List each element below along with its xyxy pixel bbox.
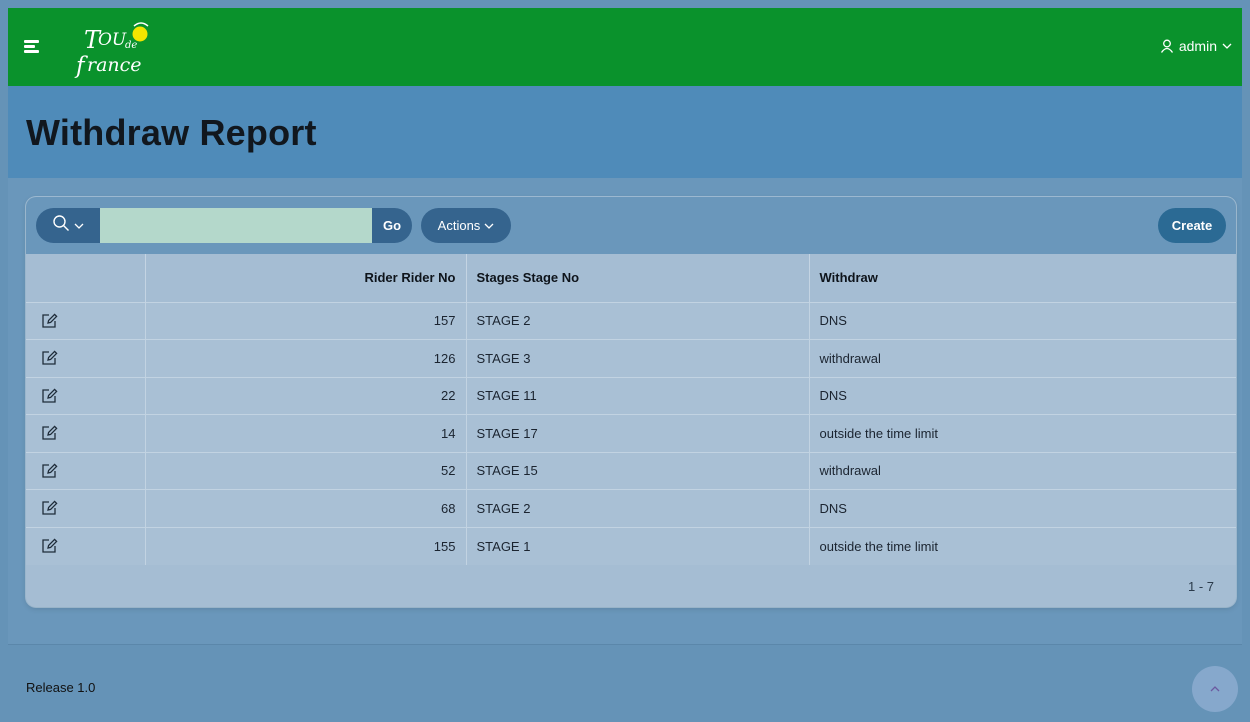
column-header-rider-no[interactable]: Rider Rider No	[144, 254, 466, 302]
pagination-range: 1 - 7	[1187, 579, 1214, 594]
rider-no-cell: 155	[144, 526, 466, 565]
svg-text:rance: rance	[87, 54, 142, 76]
actions-label: Actions	[437, 218, 481, 233]
stage-no-cell: STAGE 17	[465, 414, 809, 452]
edit-cell	[26, 414, 145, 452]
chevron-up-icon	[1209, 680, 1221, 698]
table-row: 155 STAGE 1 outside the time limit	[26, 526, 1236, 565]
page-title-band: Withdraw Report	[8, 86, 1242, 178]
stage-no-cell: STAGE 2	[465, 489, 809, 527]
withdraw-cell: outside the time limit	[808, 414, 1236, 452]
stage-no-cell: STAGE 2	[465, 301, 809, 340]
withdraw-cell: DNS	[808, 376, 1236, 415]
create-button[interactable]: Create	[1158, 208, 1226, 243]
edit-cell	[26, 376, 145, 415]
chevron-down-icon	[1222, 42, 1232, 50]
edit-icon[interactable]	[40, 312, 58, 330]
stage-no-cell: STAGE 1	[465, 526, 809, 565]
search-column-selector[interactable]	[36, 208, 100, 243]
rider-no-cell: 52	[144, 451, 466, 490]
table-row: 157 STAGE 2 DNS	[26, 301, 1236, 340]
tour-de-france-logo[interactable]: T OU de f rance	[70, 18, 170, 79]
user-icon	[1160, 39, 1174, 53]
release-version: Release 1.0	[26, 680, 96, 695]
edit-cell	[26, 339, 145, 377]
column-header-edit	[26, 254, 145, 302]
table-row: 22 STAGE 11 DNS	[26, 376, 1236, 415]
hamburger-menu-icon[interactable]	[24, 38, 40, 54]
rider-no-cell: 157	[144, 301, 466, 340]
go-button[interactable]: Go	[372, 208, 412, 243]
table-row: 126 STAGE 3 withdrawal	[26, 339, 1236, 377]
withdraw-cell: withdrawal	[808, 339, 1236, 377]
search-input[interactable]	[100, 208, 372, 243]
edit-icon[interactable]	[40, 349, 58, 367]
edit-icon[interactable]	[40, 387, 58, 405]
edit-icon[interactable]	[40, 424, 58, 442]
user-name: admin	[1178, 38, 1217, 54]
withdraw-cell: DNS	[808, 489, 1236, 527]
user-menu[interactable]: admin	[1160, 38, 1232, 54]
table-row: 52 STAGE 15 withdrawal	[26, 451, 1236, 490]
stage-no-cell: STAGE 15	[465, 451, 809, 490]
column-header-stage-no[interactable]: Stages Stage No	[465, 254, 809, 302]
edit-cell	[26, 301, 145, 340]
chevron-down-icon	[74, 217, 84, 235]
svg-text:f: f	[74, 53, 88, 78]
search-icon	[52, 214, 70, 237]
rider-no-cell: 14	[144, 414, 466, 452]
stage-no-cell: STAGE 3	[465, 339, 809, 377]
page-footer: Release 1.0	[8, 644, 1242, 722]
page-title: Withdraw Report	[26, 112, 317, 153]
table-header-row: Rider Rider No Stages Stage No Withdraw	[26, 254, 1236, 302]
edit-icon[interactable]	[40, 462, 58, 480]
rider-no-cell: 68	[144, 489, 466, 527]
edit-icon[interactable]	[40, 499, 58, 517]
rider-no-cell: 126	[144, 339, 466, 377]
stage-no-cell: STAGE 11	[465, 376, 809, 415]
edit-cell	[26, 489, 145, 527]
withdraw-cell: DNS	[808, 301, 1236, 340]
rider-no-cell: 22	[144, 376, 466, 415]
withdraw-report-table: Rider Rider No Stages Stage No Withdraw …	[26, 254, 1236, 565]
chevron-down-icon	[484, 218, 494, 233]
column-header-withdraw[interactable]: Withdraw	[808, 254, 1236, 302]
svg-text:de: de	[125, 40, 137, 51]
table-row: 68 STAGE 2 DNS	[26, 489, 1236, 527]
svg-text:OU: OU	[98, 30, 127, 50]
top-navigation-bar: T OU de f rance admin	[8, 8, 1242, 86]
actions-menu-button[interactable]: Actions	[421, 208, 511, 243]
report-toolbar: Go Actions Create	[26, 197, 1236, 254]
edit-cell	[26, 451, 145, 490]
interactive-report-region: Go Actions Create Rider Rider No Stages …	[26, 197, 1236, 607]
withdraw-cell: withdrawal	[808, 451, 1236, 490]
table-row: 14 STAGE 17 outside the time limit	[26, 414, 1236, 452]
edit-icon[interactable]	[40, 537, 58, 555]
withdraw-cell: outside the time limit	[808, 526, 1236, 565]
edit-cell	[26, 526, 145, 565]
scroll-to-top-button[interactable]	[1192, 666, 1238, 712]
